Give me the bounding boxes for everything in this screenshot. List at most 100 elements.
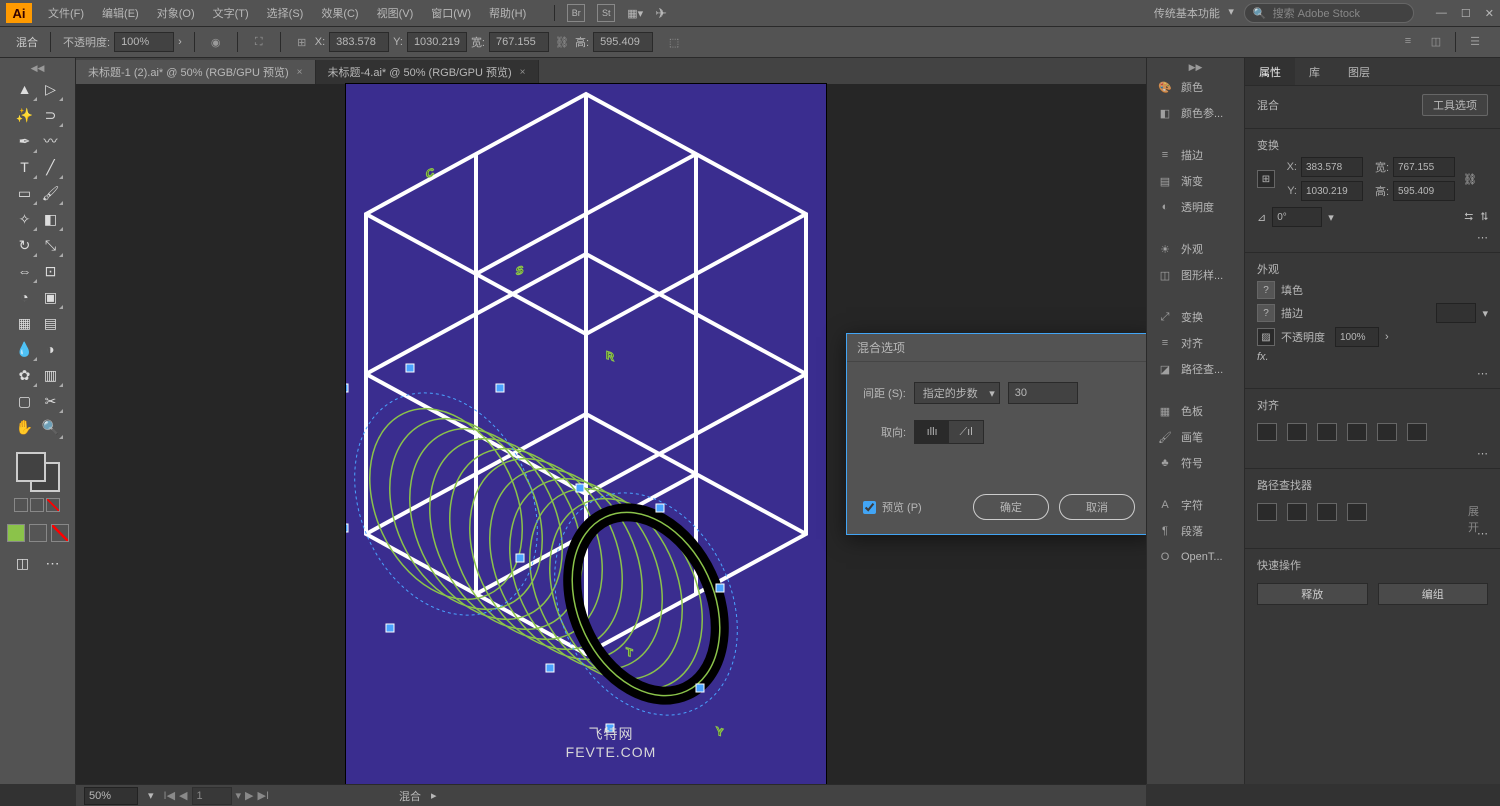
draw-inside[interactable] bbox=[51, 524, 69, 542]
orient-path-icon[interactable]: ⟋ıl bbox=[949, 421, 983, 443]
menu-help[interactable]: 帮助(H) bbox=[481, 1, 534, 25]
opacity-chevron[interactable]: › bbox=[178, 36, 182, 48]
stock-icon[interactable]: St bbox=[597, 4, 615, 22]
orient-page-icon[interactable]: ıllı bbox=[915, 421, 949, 443]
gradient-tool[interactable]: ▤ bbox=[38, 310, 64, 336]
edit-toolbar[interactable]: ⋯ bbox=[40, 550, 66, 576]
transform-icon[interactable]: ⛶ bbox=[250, 33, 268, 51]
scale-tool[interactable]: ⤡ bbox=[38, 232, 64, 258]
magic-wand-tool[interactable]: ✨ bbox=[12, 102, 38, 128]
draw-normal[interactable] bbox=[7, 524, 25, 542]
eyedropper-tool[interactable]: 💧 bbox=[12, 336, 38, 362]
panel-color[interactable]: 🎨颜色 bbox=[1147, 74, 1244, 100]
opacity-input[interactable]: 100% bbox=[114, 32, 174, 52]
swatch-none[interactable] bbox=[46, 498, 60, 512]
menu-view[interactable]: 视图(V) bbox=[369, 1, 422, 25]
menu-object[interactable]: 对象(O) bbox=[149, 1, 203, 25]
hand-tool[interactable]: ✋ bbox=[12, 414, 38, 440]
direct-selection-tool[interactable]: ▷ bbox=[38, 76, 64, 102]
panel-transparency[interactable]: ◐透明度 bbox=[1147, 194, 1244, 220]
curvature-tool[interactable]: 〰 bbox=[38, 128, 64, 154]
artboard-tool[interactable]: ▢ bbox=[12, 388, 38, 414]
ok-button[interactable]: 确定 bbox=[973, 494, 1049, 520]
align-vcenter-icon[interactable] bbox=[1377, 423, 1397, 441]
group-button[interactable]: 编组 bbox=[1378, 583, 1489, 605]
w-input[interactable]: 767.155 bbox=[489, 32, 549, 52]
panel-pathfinder[interactable]: ◪路径查... bbox=[1147, 356, 1244, 382]
shaper-tool[interactable]: ✧ bbox=[12, 206, 38, 232]
draw-behind[interactable] bbox=[29, 524, 47, 542]
more-options-icon[interactable]: ⋯ bbox=[1477, 368, 1488, 380]
blend-tool[interactable]: ◑ bbox=[38, 336, 64, 362]
panel-align[interactable]: ≡对齐 bbox=[1147, 330, 1244, 356]
menu-effect[interactable]: 效果(C) bbox=[313, 1, 366, 25]
workspace-switcher[interactable]: 传统基本功能 bbox=[1146, 3, 1236, 23]
cancel-button[interactable]: 取消 bbox=[1059, 494, 1135, 520]
next-artboard-icon[interactable]: ▶ bbox=[245, 789, 253, 802]
tool-options-button[interactable]: 工具选项 bbox=[1422, 94, 1488, 116]
panel-color-guide[interactable]: ◧颜色参... bbox=[1147, 100, 1244, 126]
recolor-icon[interactable]: ◉ bbox=[207, 33, 225, 51]
rotate-tool[interactable]: ↻ bbox=[12, 232, 38, 258]
selection-tool[interactable]: ▲ bbox=[12, 76, 38, 102]
type-tool[interactable]: T bbox=[12, 154, 38, 180]
prop-w-input[interactable]: 767.155 bbox=[1393, 157, 1455, 177]
menu-edit[interactable]: 编辑(E) bbox=[94, 1, 147, 25]
dock-collapse[interactable]: ▶▶ bbox=[1147, 62, 1244, 74]
graph-tool[interactable]: ▥ bbox=[38, 362, 64, 388]
panel-graphic-styles[interactable]: ◫图形样... bbox=[1147, 262, 1244, 288]
align-icon[interactable]: ≡ bbox=[1399, 32, 1417, 50]
search-input[interactable]: 🔍 搜索 Adobe Stock bbox=[1244, 3, 1414, 23]
window-minimize[interactable]: — bbox=[1436, 7, 1447, 20]
panel-character[interactable]: A字符 bbox=[1147, 492, 1244, 518]
panel-menu-icon[interactable]: ☰ bbox=[1466, 32, 1484, 50]
panel-opentype[interactable]: OOpenT... bbox=[1147, 544, 1244, 570]
tab-properties[interactable]: 属性 bbox=[1245, 58, 1295, 85]
prop-y-input[interactable]: 1030.219 bbox=[1301, 181, 1363, 201]
panel-symbols[interactable]: ♣符号 bbox=[1147, 450, 1244, 476]
arrange-docs-icon[interactable]: ▦▾ bbox=[627, 7, 643, 20]
canvas[interactable]: 未标题-1 (2).ai* @ 50% (RGB/GPU 预览) × 未标题-4… bbox=[76, 58, 1146, 784]
mesh-tool[interactable]: ▦ bbox=[12, 310, 38, 336]
panel-swatches[interactable]: ▦色板 bbox=[1147, 398, 1244, 424]
gpu-icon[interactable]: ✈ bbox=[655, 5, 667, 22]
flip-v-icon[interactable]: ⮁ bbox=[1479, 211, 1488, 224]
fill-swatch[interactable] bbox=[16, 452, 46, 482]
prev-artboard-icon[interactable]: ◀ bbox=[179, 789, 187, 802]
dialog-title[interactable]: 混合选项 bbox=[847, 334, 1146, 362]
fill-swatch-icon[interactable]: ? bbox=[1257, 281, 1275, 299]
shear-icon[interactable]: ⬚ bbox=[665, 33, 683, 51]
release-button[interactable]: 释放 bbox=[1257, 583, 1368, 605]
expand-button[interactable]: 展开 bbox=[1468, 503, 1488, 521]
first-artboard-icon[interactable]: I◀ bbox=[164, 789, 176, 802]
swatch-color[interactable] bbox=[14, 498, 28, 512]
align-left-icon[interactable] bbox=[1257, 423, 1277, 441]
reference-point-icon[interactable]: ⊞ bbox=[1257, 170, 1275, 188]
y-input[interactable]: 1030.219 bbox=[407, 32, 467, 52]
link-wh-icon[interactable]: ⛓ bbox=[553, 33, 571, 51]
doc-tab-2[interactable]: 未标题-4.ai* @ 50% (RGB/GPU 预览) × bbox=[316, 60, 539, 84]
symbol-sprayer-tool[interactable]: ✿ bbox=[12, 362, 38, 388]
line-tool[interactable]: ╱ bbox=[38, 154, 64, 180]
close-tab-icon[interactable]: × bbox=[520, 67, 526, 78]
angle-input[interactable]: 0° bbox=[1272, 207, 1322, 227]
pen-tool[interactable]: ✒ bbox=[12, 128, 38, 154]
screen-mode[interactable]: ◫ bbox=[10, 550, 36, 576]
stroke-swatch-icon[interactable]: ? bbox=[1257, 304, 1275, 322]
artboard-chevron[interactable]: ▾ bbox=[236, 789, 242, 802]
last-artboard-icon[interactable]: ▶I bbox=[258, 789, 270, 802]
align-hcenter-icon[interactable] bbox=[1287, 423, 1307, 441]
pathfinder-minus-icon[interactable] bbox=[1287, 503, 1307, 521]
more-options-icon[interactable]: ⋯ bbox=[1477, 232, 1488, 244]
more-options-icon[interactable]: ⋯ bbox=[1477, 448, 1488, 460]
align-top-icon[interactable] bbox=[1347, 423, 1367, 441]
h-input[interactable]: 595.409 bbox=[593, 32, 653, 52]
lasso-tool[interactable]: ⊃ bbox=[38, 102, 64, 128]
reference-point-icon[interactable]: ⊞ bbox=[293, 33, 311, 51]
tools-collapse[interactable]: ◀◀ bbox=[0, 62, 75, 74]
width-tool[interactable]: ⇔ bbox=[12, 258, 38, 284]
shape-builder-tool[interactable]: ◔ bbox=[12, 284, 38, 310]
menu-window[interactable]: 窗口(W) bbox=[423, 1, 479, 25]
free-transform-tool[interactable]: ⊡ bbox=[38, 258, 64, 284]
tab-layers[interactable]: 图层 bbox=[1334, 58, 1384, 85]
